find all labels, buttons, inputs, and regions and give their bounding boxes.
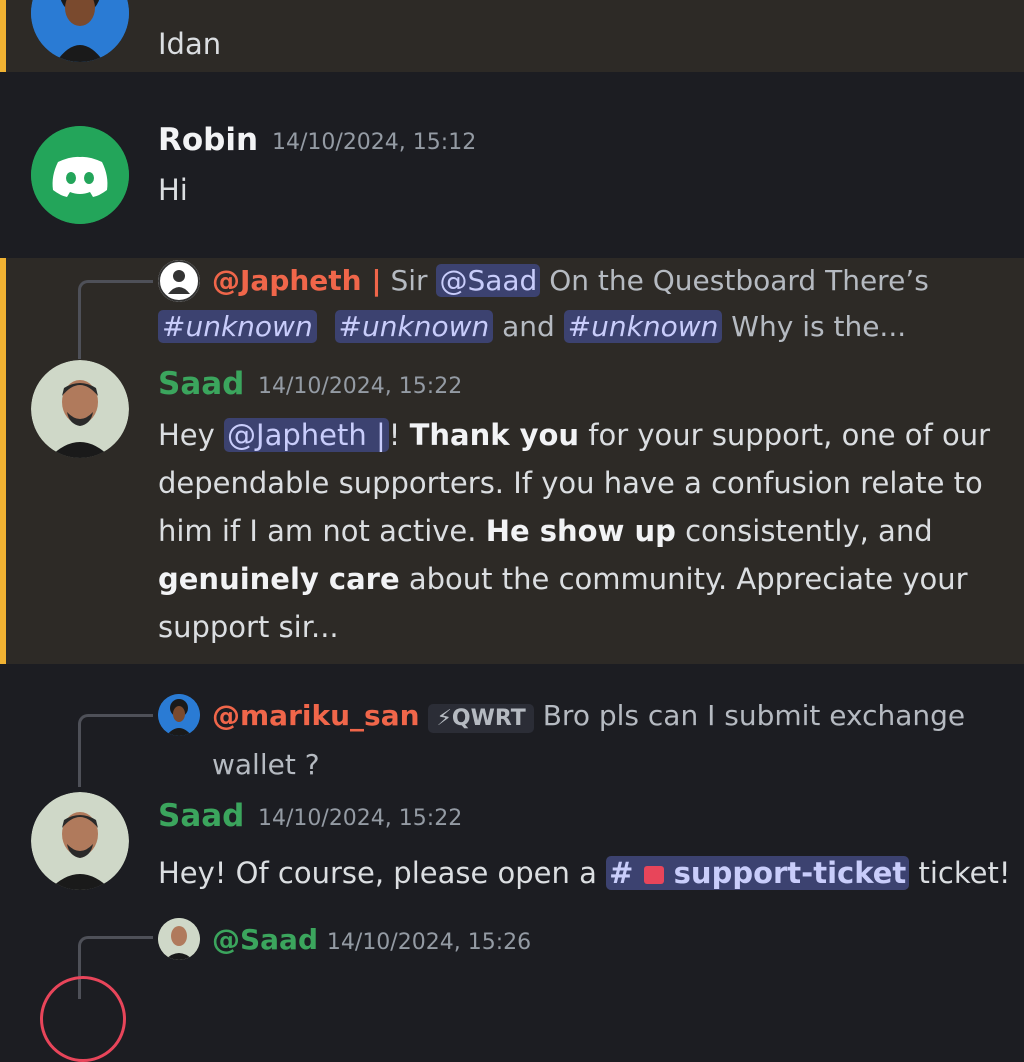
author-name[interactable]: Robin <box>158 122 258 158</box>
reply-timestamp: 14/10/2024, 15:26 <box>326 930 532 955</box>
text-part: Hey! Of course, please open a <box>158 856 607 890</box>
timestamp: 14/10/2024, 15:22 <box>258 806 463 831</box>
reply-avatar-saad[interactable] <box>158 918 200 960</box>
reply-connector <box>78 714 153 787</box>
channel-link-unknown[interactable]: #unknown <box>158 310 317 343</box>
hash-icon: # <box>162 310 186 343</box>
discord-logo-icon <box>31 126 129 224</box>
message-top-partial: Idan <box>0 0 1024 72</box>
mention-japheth[interactable]: @Japheth | <box>224 418 389 452</box>
reply-text-b: On the Questboard There’s <box>540 264 929 297</box>
mention-saad[interactable]: @Saad <box>436 264 541 297</box>
message-saad: @mariku_san ⚡QWRT Bro pls can I submit e… <box>0 664 1024 1062</box>
reply-avatar-mariku[interactable] <box>158 694 200 736</box>
reply-preview[interactable]: @Saad 14/10/2024, 15:26 <box>212 917 1012 966</box>
text-part: Hey <box>158 418 225 452</box>
message-text: Hi <box>158 173 188 207</box>
channel-link-support-ticket[interactable]: # support-ticket <box>606 856 910 890</box>
text-part: ticket! <box>909 856 1011 890</box>
channel-label: unknown <box>361 310 490 343</box>
reply-and: and <box>493 310 564 343</box>
text-part: ! <box>388 418 410 452</box>
channel-label: support-ticket <box>673 856 907 890</box>
bold-text: Thank you <box>409 418 580 452</box>
bold-text: He show up <box>485 514 676 548</box>
avatar-discord-default[interactable] <box>31 126 129 224</box>
message-text: Idan <box>158 27 222 61</box>
reply-mention[interactable]: @mariku_san <box>212 699 420 732</box>
avatar-saad[interactable] <box>31 360 129 458</box>
reply-avatar-japheth[interactable] <box>158 260 200 302</box>
reply-mention[interactable]: @Japheth | <box>212 264 382 297</box>
channel-label: unknown <box>591 310 719 343</box>
bold-text: genuinely care <box>158 562 400 596</box>
reply-preview[interactable]: @Japheth | Sir @Saad On the Questboard T… <box>212 258 1012 304</box>
avatar-mariku[interactable] <box>31 0 129 62</box>
hash-icon: # <box>609 856 634 890</box>
message-text: Hey @Japheth |! Thank you for your suppo… <box>158 411 1008 651</box>
message-text: Hey! Of course, please open a # support-… <box>158 849 1018 897</box>
ticket-icon <box>643 866 664 884</box>
reply-tail: Why is the... <box>722 310 907 343</box>
timestamp: 14/10/2024, 15:22 <box>258 374 463 399</box>
channel-label: unknown <box>185 310 313 343</box>
author-name[interactable]: Saad <box>158 366 244 402</box>
text-part: consistently, and <box>675 514 933 548</box>
message-robin: Robin 14/10/2024, 15:12 Hi <box>0 78 1024 256</box>
channel-link-unknown[interactable]: #unknown <box>563 310 723 343</box>
avatar-partial <box>40 976 126 1062</box>
author-name[interactable]: Saad <box>158 798 244 834</box>
reply-preview[interactable]: @mariku_san ⚡QWRT Bro pls can I submit e… <box>212 693 1012 788</box>
message-saad-highlighted: @Japheth | Sir @Saad On the Questboard T… <box>0 258 1024 664</box>
timestamp: 14/10/2024, 15:12 <box>272 130 477 155</box>
reply-preview-line2: #unknown #unknown and #unknown Why is th… <box>158 304 1018 350</box>
reply-mention[interactable]: @Saad <box>212 923 318 956</box>
avatar-saad[interactable] <box>31 792 129 890</box>
hash-icon: # <box>338 310 362 343</box>
reply-text-a: Sir <box>381 264 437 297</box>
channel-link-unknown[interactable]: #unknown <box>334 310 494 343</box>
hash-icon: # <box>567 310 592 343</box>
user-tag-badge[interactable]: ⚡QWRT <box>428 704 534 733</box>
reply-connector <box>78 280 153 359</box>
